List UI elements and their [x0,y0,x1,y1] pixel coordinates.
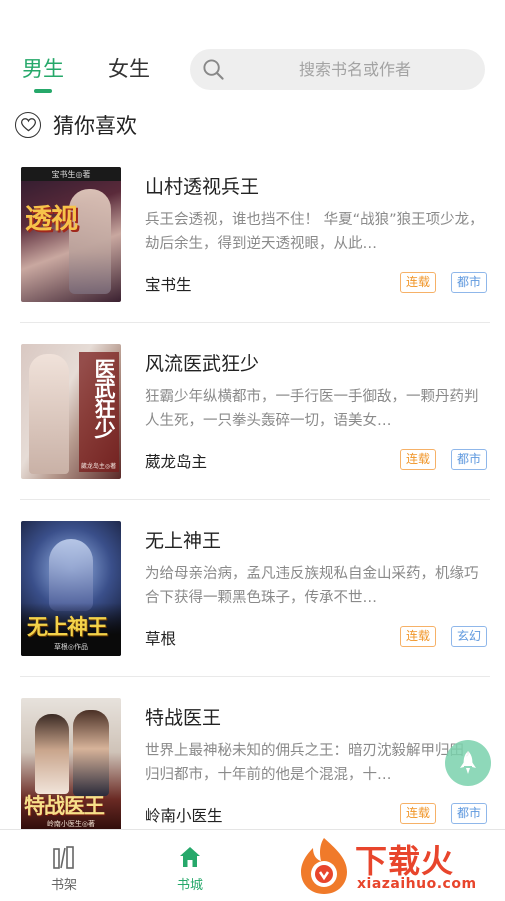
book-author: 葳龙岛主 [145,453,208,471]
divider [20,676,490,677]
book-cover[interactable]: 无上神王 草根◎作品 [21,521,121,656]
genre-badge: 都市 [451,449,487,470]
section-header: 猜你喜欢 [15,110,137,140]
book-item[interactable]: 医武狂少 葳龙岛主◎著 风流医武狂少 狂霸少年纵横都市，一手行医一手御敌，一颗丹… [0,344,505,520]
floating-rocket-button[interactable] [445,740,491,786]
section-title: 猜你喜欢 [53,114,137,138]
nav-bookshelf[interactable]: 书架 [34,830,94,901]
cover-author: 岭南小医生◎著 [46,820,96,828]
book-cover[interactable]: 特战医王 岭南小医生◎著 [21,698,121,833]
cover-author: 草根◎作品 [53,643,89,651]
tab-active-indicator [34,89,52,93]
cover-title: 无上神王 [27,615,108,639]
cover-author: 葳龙岛主◎著 [80,463,117,470]
search-bar[interactable] [190,49,485,90]
status-badge: 连载 [400,803,436,824]
cover-title: 医武狂少 [92,358,116,438]
genre-badge: 都市 [451,272,487,293]
rocket-icon [460,751,476,774]
book-title: 特战医王 [145,707,222,729]
status-badge: 连载 [400,272,436,293]
nav-bookstore[interactable]: 书城 [160,830,220,901]
heart-icon [15,112,41,138]
flame-logo-icon [301,838,347,894]
book-title: 无上神王 [145,530,222,552]
cover-author: 宝书生◎著 [51,170,91,179]
genre-badge: 玄幻 [451,626,487,647]
book-title: 山村透视兵王 [145,176,260,198]
book-description: 兵王会透视，谁也挡不住！ 华夏“战狼”狼王项少龙，劫后余生，得到逆天透视眼，从此… [145,212,484,252]
book-author: 宝书生 [145,276,192,294]
search-icon [203,59,224,80]
divider [20,322,490,323]
divider [20,499,490,500]
book-description: 世界上最神秘未知的佣兵之王：暗刃沈毅解甲归田，归归都市，十年前的他是个混混，十… [145,743,479,783]
nav-bookstore-label: 书城 [176,878,203,893]
book-author: 草根 [145,630,177,648]
home-icon [180,847,200,867]
book-cover[interactable]: 宝书生◎著 透视 [21,167,121,302]
watermark-url: xiazaihuo.com [357,876,477,892]
nav-bookshelf-label: 书架 [50,878,77,893]
book-item[interactable]: 宝书生◎著 透视 山村透视兵王 兵王会透视，谁也挡不住！ 华夏“战狼”狼王项少龙… [0,167,505,343]
tab-male[interactable]: 男生 [22,56,64,82]
book-cover[interactable]: 医武狂少 葳龙岛主◎著 [21,344,121,479]
status-badge: 连载 [400,626,436,647]
book-description: 狂霸少年纵横都市，一手行医一手御敌，一颗丹药判人生死，一只拳头轰碎一切，语美女… [145,389,479,429]
cover-title: 特战医王 [24,794,105,818]
book-description: 为给母亲治病，孟凡违反族规私自金山采药，机缘巧合下获得一颗黑色珠子，传承不世… [145,566,479,606]
book-author: 岭南小医生 [145,807,223,825]
book-title: 风流医武狂少 [145,353,260,375]
header: 男生 女生 [0,0,505,100]
bookshelf-icon [53,846,74,869]
watermark: 下载火 xiazaihuo.com [295,832,505,900]
cover-title: 透视 [25,204,78,235]
status-badge: 连载 [400,449,436,470]
search-input[interactable] [240,49,470,90]
genre-badge: 都市 [451,803,487,824]
book-item[interactable]: 无上神王 草根◎作品 无上神王 为给母亲治病，孟凡违反族规私自金山采药，机缘巧合… [0,521,505,697]
tab-female[interactable]: 女生 [108,56,150,82]
